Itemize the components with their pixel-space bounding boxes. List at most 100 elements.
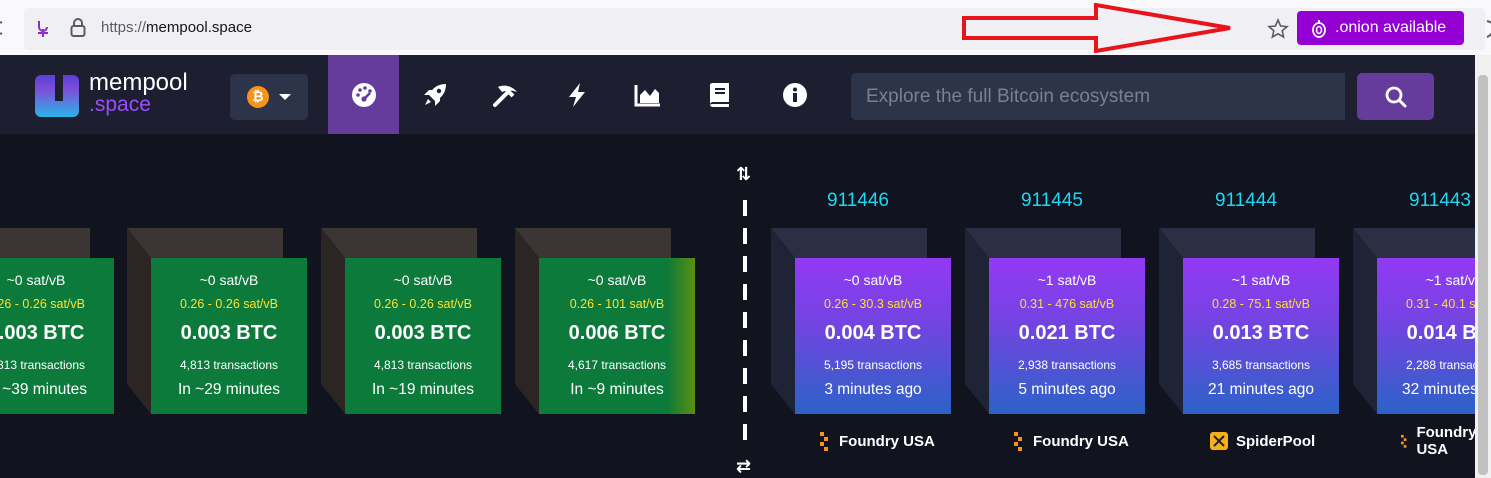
- nav-lightning[interactable]: [541, 55, 612, 134]
- block-age: 5 minutes ago: [1018, 381, 1116, 398]
- url-scheme: https://: [101, 19, 147, 36]
- tracking-protection-icon[interactable]: [34, 19, 52, 39]
- red-arrow-annotation: [962, 3, 1231, 53]
- eta: In ~19 minutes: [371, 381, 475, 398]
- url-text: https://mempool.space: [101, 19, 252, 36]
- lock-icon[interactable]: [70, 18, 86, 38]
- info-icon: [782, 82, 807, 107]
- median-fee: ~0 sat/vB: [843, 272, 903, 288]
- mining-pool-name: Foundry USA: [1033, 432, 1129, 450]
- fee-range: 0.28 - 75.1 sat/vB: [1212, 297, 1310, 311]
- swap-vertical-icon[interactable]: ⇅: [736, 164, 751, 185]
- block-total-fees: 0.014 BTC: [1406, 322, 1475, 344]
- block-height-link[interactable]: 911444: [1171, 190, 1321, 212]
- mining-pool-link[interactable]: SpiderPool: [1210, 430, 1315, 452]
- block-total-fees: 0.003 BTC: [374, 322, 472, 344]
- block-age: 21 minutes ago: [1208, 381, 1314, 398]
- shield-icon[interactable]: [1480, 20, 1491, 38]
- app-navbar: mempool .space ₿: [0, 55, 1475, 134]
- block-age: 32 minutes ago: [1402, 381, 1475, 398]
- scrollbar-thumb[interactable]: [1478, 75, 1488, 475]
- transaction-count: 4,813 transactions: [179, 358, 279, 372]
- block-height-link[interactable]: 911443: [1365, 190, 1475, 212]
- mempool-block[interactable]: ~0 sat/vB 0.26 - 0.26 sat/vB 0.003 BTC 4…: [127, 228, 307, 414]
- median-fee: ~1 sat/vB: [1037, 272, 1097, 288]
- eta: In ~39 minutes: [0, 381, 88, 398]
- block-total-fees: 0.013 BTC: [1212, 322, 1310, 344]
- mempool-block[interactable]: ~0 sat/vB 0.26 - 0.26 sat/vB 0.003 BTC 4…: [0, 228, 114, 414]
- block-age: 3 minutes ago: [824, 381, 922, 398]
- browser-toolbar: https://mempool.space .onion available: [0, 0, 1491, 55]
- page-scrollbar[interactable]: [1475, 55, 1491, 478]
- refresh-icon[interactable]: [0, 20, 6, 36]
- foundry-pool-icon: [1014, 432, 1022, 451]
- url-host: mempool.space: [146, 19, 252, 36]
- onion-available-label: .onion available: [1335, 19, 1447, 36]
- block-total-fees: 0.021 BTC: [1018, 322, 1116, 344]
- foundry-pool-icon: [1401, 434, 1407, 448]
- network-selector[interactable]: ₿: [230, 74, 308, 120]
- chevron-down-icon: [279, 94, 291, 100]
- mined-block[interactable]: ~1 sat/vB 0.28 - 75.1 sat/vB 0.013 BTC 3…: [1159, 228, 1339, 414]
- swap-horizontal-icon[interactable]: ⇄: [736, 456, 751, 477]
- bitcoin-icon: ₿: [247, 86, 269, 108]
- mining-pool-link[interactable]: Foundry USA: [1011, 430, 1129, 452]
- mempool-block[interactable]: ~0 sat/vB 0.26 - 0.26 sat/vB 0.003 BTC 4…: [321, 228, 501, 414]
- transaction-count: 4,813 transactions: [373, 358, 473, 372]
- transaction-count: 4,617 transactions: [567, 358, 667, 372]
- fee-range: 0.26 - 0.26 sat/vB: [180, 297, 278, 311]
- pickaxe-icon: [492, 85, 517, 107]
- logo-text-suffix[interactable]: .space: [89, 93, 151, 117]
- transaction-count: 2,938 transactions: [1017, 358, 1117, 372]
- nav-docs[interactable]: [683, 55, 754, 134]
- block-height-link[interactable]: 911445: [977, 190, 1127, 212]
- fee-range: 0.26 - 0.26 sat/vB: [374, 297, 472, 311]
- mining-pool-link[interactable]: Foundry USA: [1399, 424, 1475, 458]
- transaction-count: 4,813 transactions: [0, 358, 86, 372]
- eta: In ~9 minutes: [570, 381, 664, 398]
- fee-range: 0.26 - 101 sat/vB: [569, 297, 665, 311]
- median-fee: ~1 sat/vB: [1231, 272, 1291, 288]
- nav-graphs[interactable]: [612, 55, 683, 134]
- nav-dashboard[interactable]: [328, 55, 399, 134]
- block-height-link[interactable]: 911446: [783, 190, 933, 212]
- search-icon: [1385, 86, 1406, 107]
- mempool-block[interactable]: ~0 sat/vB 0.26 - 101 sat/vB 0.006 BTC 4,…: [515, 228, 695, 414]
- nav-about[interactable]: [759, 55, 830, 134]
- book-icon: [709, 82, 729, 107]
- block-total-fees: 0.003 BTC: [0, 322, 85, 344]
- onion-available-button[interactable]: .onion available: [1297, 11, 1464, 45]
- mining-pool-name: Foundry USA: [1416, 424, 1475, 458]
- rocket-icon: [423, 83, 446, 106]
- mined-block[interactable]: ~0 sat/vB 0.26 - 30.3 sat/vB 0.004 BTC 5…: [771, 228, 951, 414]
- nav-mining[interactable]: [470, 55, 541, 134]
- lightning-bolt-icon: [568, 82, 585, 107]
- mined-block[interactable]: ~1 sat/vB 0.31 - 40.1 sat/vB 0.014 BTC 2…: [1353, 228, 1475, 414]
- spiderpool-icon: [1210, 432, 1228, 450]
- blockchain-view: ⇅ ⇄ ~0 sat/vB 0.26 - 0.26 sat/vB 0.003 B…: [0, 134, 1475, 478]
- block-total-fees: 0.003 BTC: [180, 322, 278, 344]
- area-chart-icon: [634, 84, 660, 106]
- median-fee: ~0 sat/vB: [6, 272, 66, 288]
- mined-block[interactable]: ~1 sat/vB 0.31 - 476 sat/vB 0.021 BTC 2,…: [965, 228, 1145, 414]
- transaction-count: 5,195 transactions: [823, 358, 923, 372]
- mining-pool-name: Foundry USA: [839, 432, 935, 450]
- transaction-count: 2,288 transactions: [1405, 358, 1475, 372]
- fee-range: 0.26 - 0.26 sat/vB: [0, 297, 85, 311]
- mining-pool-link[interactable]: Foundry USA: [817, 430, 935, 452]
- mempool-logo-icon[interactable]: [35, 75, 79, 117]
- nav-accelerator[interactable]: [399, 55, 470, 134]
- block-total-fees: 0.006 BTC: [568, 322, 666, 344]
- onion-icon: [1312, 20, 1326, 38]
- mempool-chain-divider: [743, 200, 747, 450]
- search-input[interactable]: [851, 73, 1345, 120]
- mining-pool-name: SpiderPool: [1236, 432, 1316, 450]
- dashboard-gauge-icon: [351, 82, 376, 107]
- transaction-count: 3,685 transactions: [1211, 358, 1311, 372]
- median-fee: ~0 sat/vB: [587, 272, 647, 288]
- median-fee: ~0 sat/vB: [199, 272, 259, 288]
- search-button[interactable]: [1357, 73, 1434, 120]
- block-total-fees: 0.004 BTC: [824, 322, 922, 344]
- bookmark-star-icon[interactable]: [1267, 18, 1289, 40]
- fee-range: 0.31 - 40.1 sat/vB: [1406, 297, 1475, 311]
